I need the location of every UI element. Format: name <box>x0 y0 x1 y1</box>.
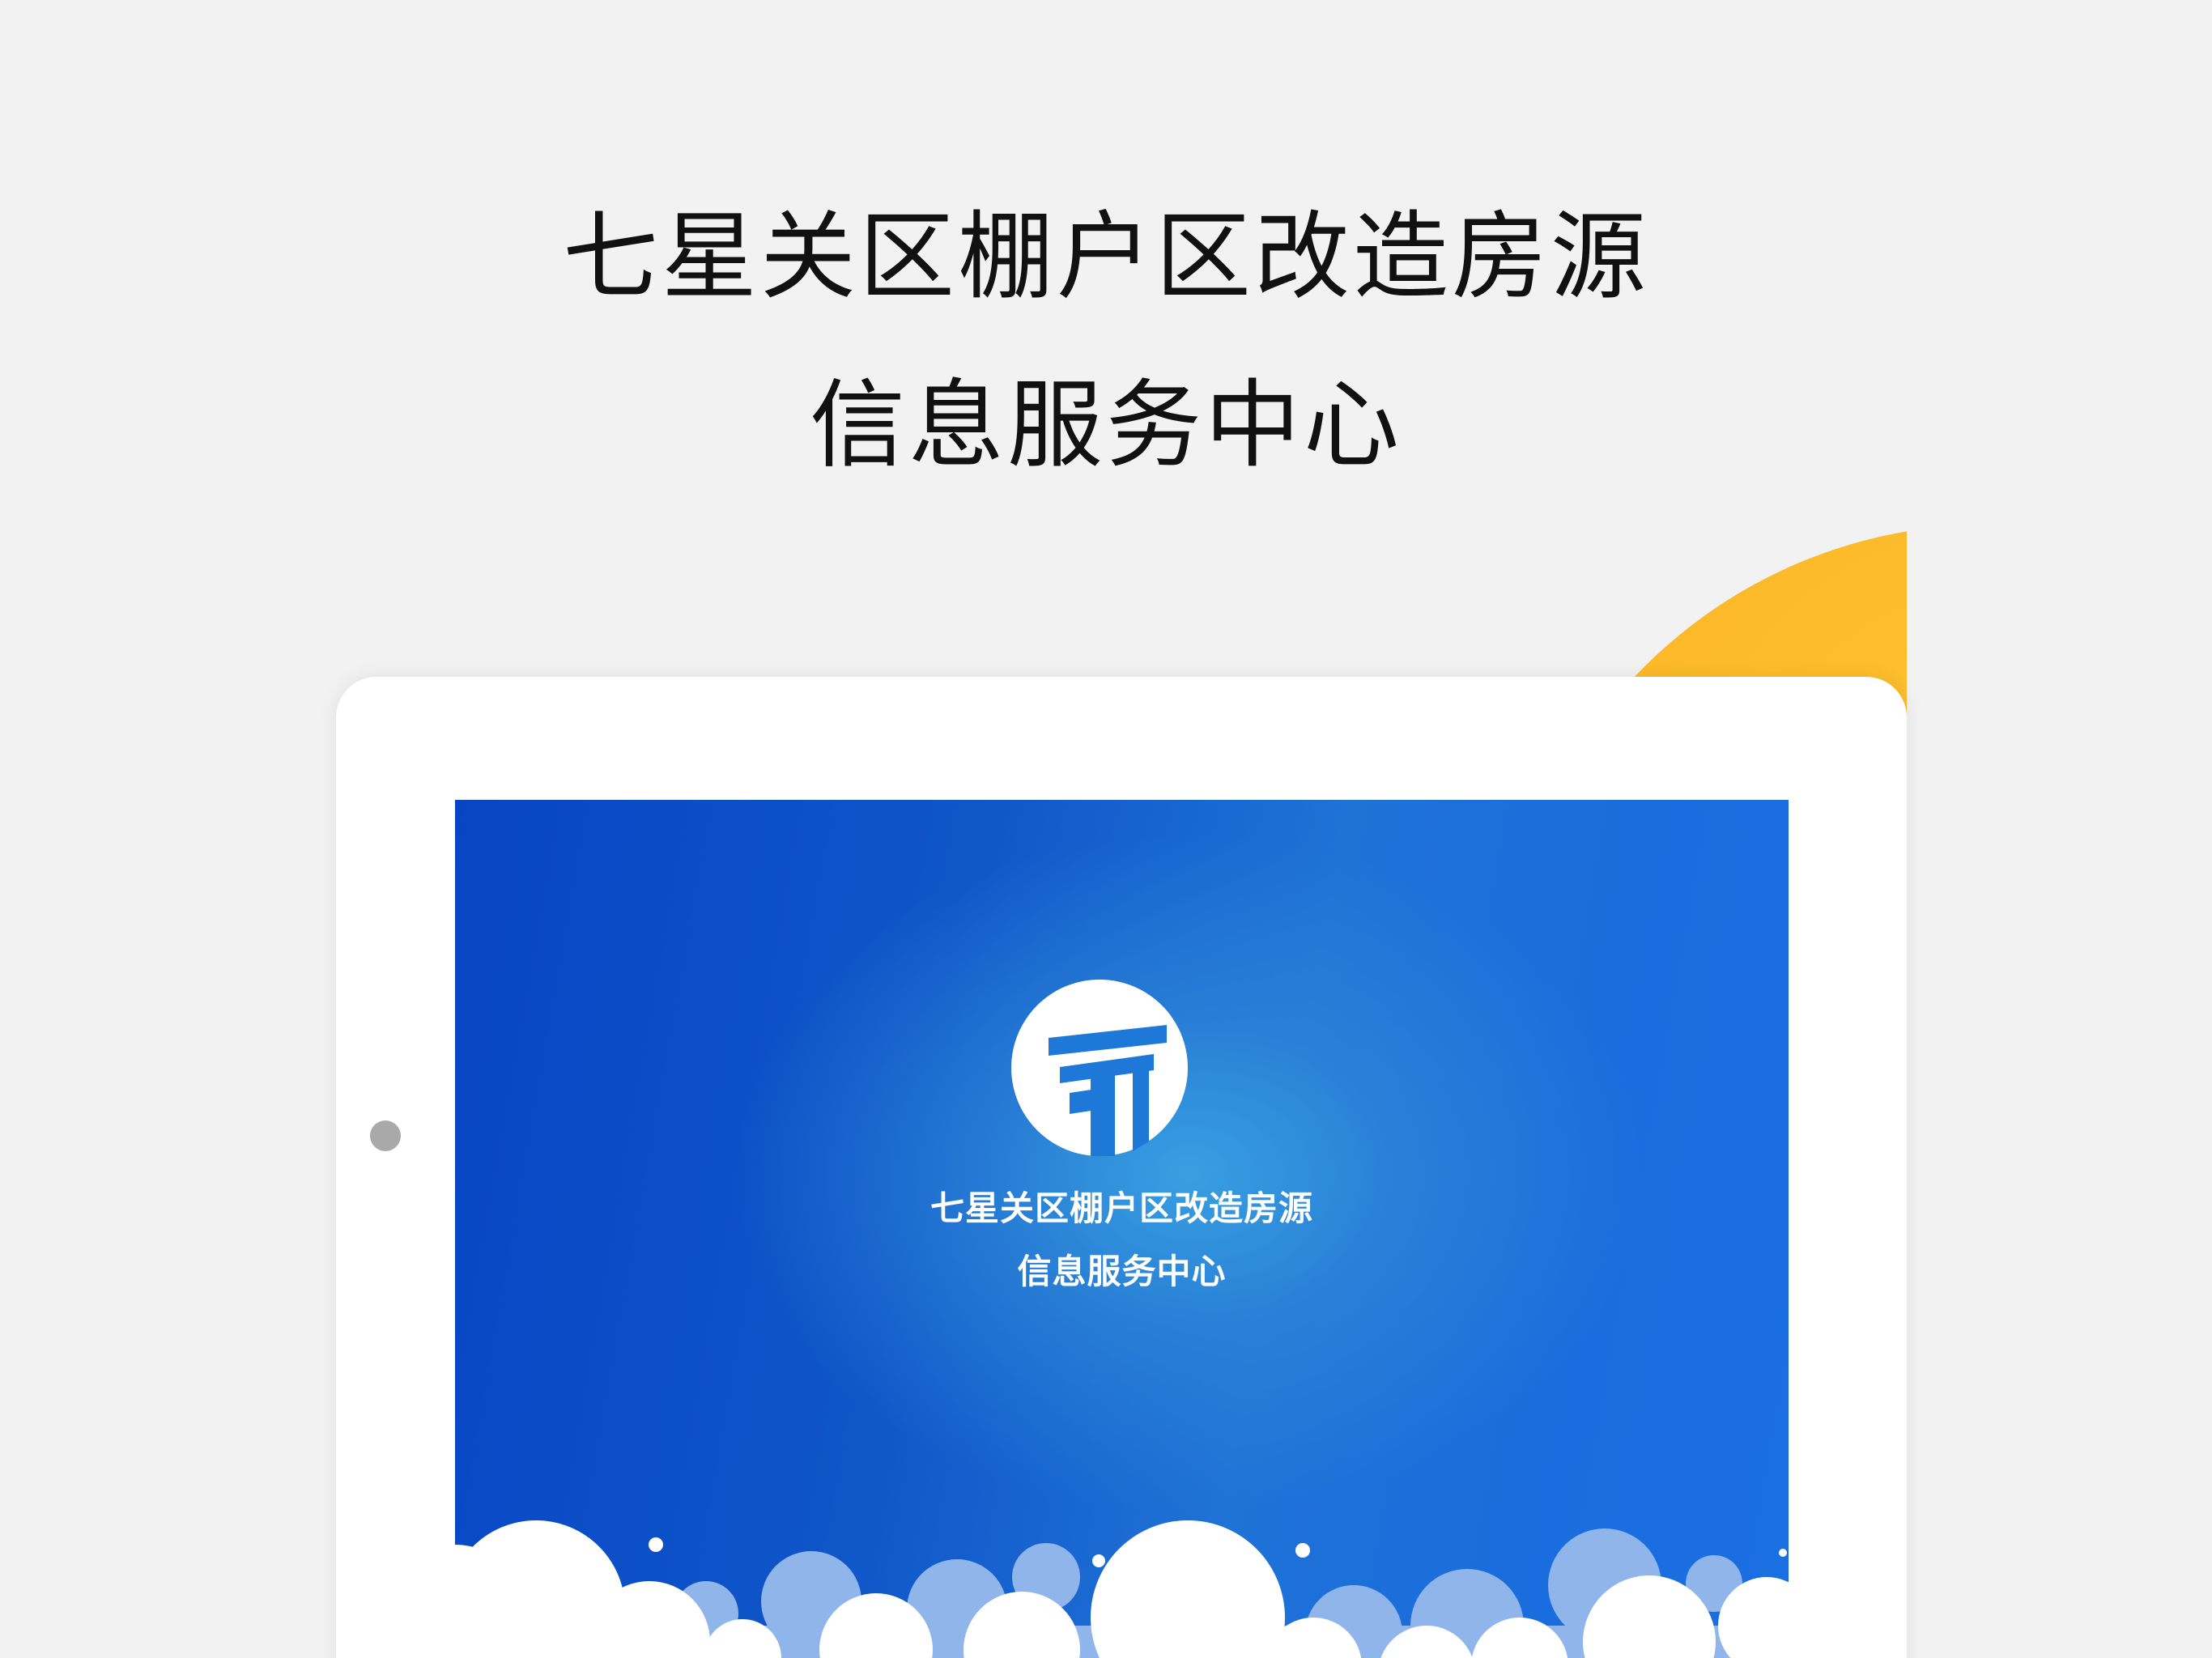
tablet-home-button <box>370 1120 401 1151</box>
app-splash-screen: 七星关区棚户区改造房源 信息服务中心 <box>455 800 1789 1658</box>
tablet-device-frame: 七星关区棚户区改造房源 信息服务中心 <box>336 677 1907 1658</box>
promo-title-line-1: 七星关区棚户区改造房源 <box>562 201 1649 312</box>
clouds-decoration <box>455 1520 1789 1658</box>
promo-title-line-2: 信息服务中心 <box>809 369 1402 481</box>
